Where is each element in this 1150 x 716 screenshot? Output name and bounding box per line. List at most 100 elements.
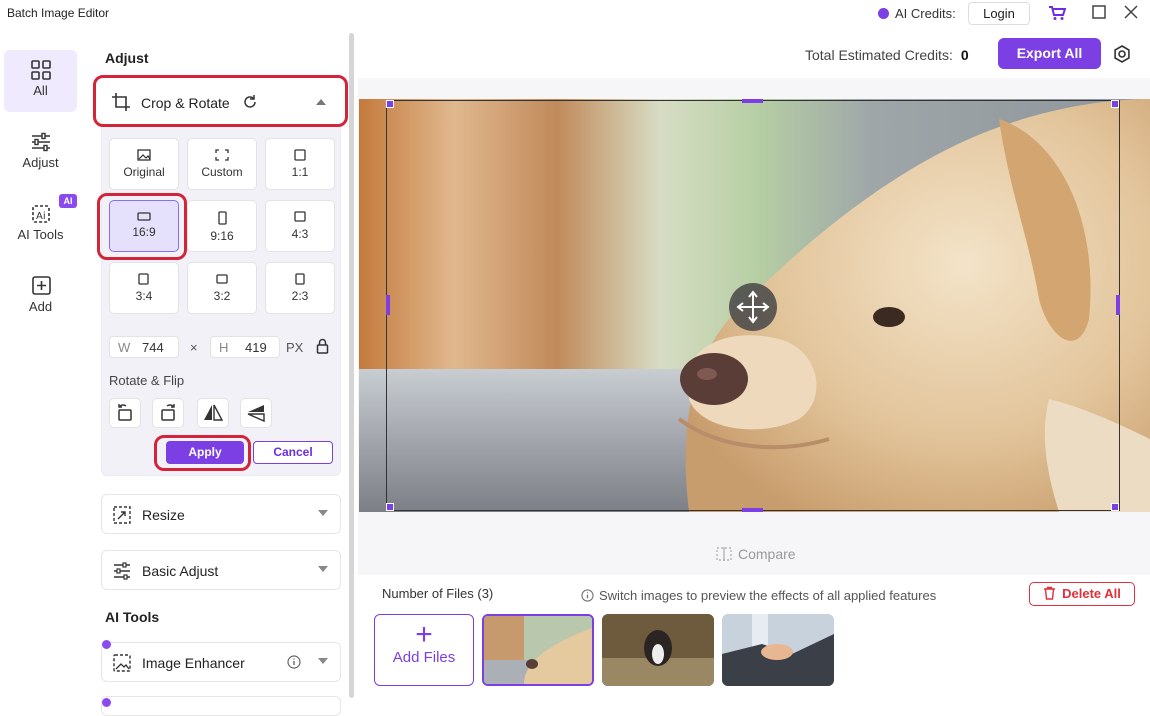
rail-label-add: Add <box>28 299 53 314</box>
gear-icon[interactable] <box>1112 44 1132 64</box>
flip-horizontal-button[interactable] <box>197 398 229 428</box>
file-count: Number of Files (3) <box>382 586 494 601</box>
rotate-flip-label: Rotate & Flip <box>109 373 185 388</box>
rail-item-all[interactable]: All <box>4 50 77 112</box>
ai-tools-icon: Ai <box>31 205 50 223</box>
ratio-custom[interactable]: Custom <box>187 138 257 190</box>
move-arrows-icon <box>736 290 770 324</box>
handshake-thumbnail <box>722 614 834 686</box>
rotate-right-icon <box>161 404 175 421</box>
resize-section[interactable]: Resize <box>101 494 341 534</box>
rotate-left-icon <box>118 404 132 421</box>
flip-vertical-button[interactable] <box>240 398 272 428</box>
unit-label: PX <box>286 340 304 355</box>
plus-icon: + <box>415 618 433 651</box>
login-button[interactable]: Login <box>968 2 1030 25</box>
square-icon <box>138 273 149 285</box>
thumbnail-1[interactable] <box>482 614 594 686</box>
maximize-icon[interactable] <box>1090 5 1108 23</box>
rail-item-adjust[interactable]: Adjust <box>4 122 77 184</box>
move-handle[interactable] <box>729 283 777 331</box>
flip-vertical-icon <box>247 405 265 423</box>
image-enhancer-label: Image Enhancer <box>142 655 245 671</box>
cart-icon[interactable] <box>1048 5 1067 23</box>
grid-icon <box>30 60 51 80</box>
square-icon <box>295 273 305 285</box>
add-files-label: Add Files <box>392 649 456 666</box>
close-icon[interactable] <box>1122 5 1140 23</box>
height-value: 419 <box>245 340 267 355</box>
next-ai-section[interactable] <box>101 696 341 716</box>
highlight-ring-ratio <box>97 193 187 260</box>
cancel-button[interactable]: Cancel <box>253 441 333 464</box>
square-icon <box>294 149 306 161</box>
app-title: Batch Image Editor <box>7 6 110 20</box>
ai-feature-dot <box>102 640 111 649</box>
width-field[interactable]: W 744 <box>109 336 179 358</box>
credits-icon <box>878 8 889 19</box>
custom-frame-icon <box>215 149 229 161</box>
chevron-down-icon <box>318 658 328 664</box>
flip-horizontal-icon <box>204 404 224 421</box>
compare-label: Compare <box>738 546 796 562</box>
crop-handle-left[interactable] <box>386 295 390 315</box>
sliders-icon <box>114 562 130 580</box>
crop-handle[interactable] <box>1111 100 1119 108</box>
ratio-label: 3:2 <box>213 289 231 303</box>
ratio-3-4[interactable]: 3:4 <box>109 262 179 314</box>
sliders-icon <box>31 132 50 152</box>
ratio-label: 2:3 <box>291 289 309 303</box>
add-files-button[interactable]: + Add Files <box>374 614 474 686</box>
rotate-right-button[interactable] <box>152 398 184 428</box>
rail-item-add[interactable]: Add <box>4 266 77 328</box>
svg-text:Ai: Ai <box>36 211 46 222</box>
thumbnail-3[interactable] <box>722 614 834 686</box>
ratio-3-2[interactable]: 3:2 <box>187 262 257 314</box>
basic-adjust-section[interactable]: Basic Adjust <box>101 550 341 590</box>
running-dog-thumbnail <box>602 614 714 686</box>
chevron-down-icon <box>318 510 328 516</box>
ratio-2-3[interactable]: 2:3 <box>265 262 335 314</box>
image-enhancer-section[interactable]: Image Enhancer <box>101 642 341 682</box>
info-icon[interactable] <box>287 655 301 669</box>
crop-handle-right[interactable] <box>1116 295 1120 315</box>
ratio-label: 9:16 <box>210 229 234 243</box>
chevron-down-icon <box>318 566 328 572</box>
square-icon <box>294 211 306 222</box>
ratio-1-1[interactable]: 1:1 <box>265 138 335 190</box>
crop-handle[interactable] <box>1111 503 1119 511</box>
basic-adjust-label: Basic Adjust <box>142 563 219 579</box>
add-square-icon <box>31 276 51 295</box>
compare-icon <box>716 547 732 561</box>
panel-scrollbar[interactable] <box>349 33 354 698</box>
crop-handle-top[interactable] <box>742 99 763 103</box>
rail-label-all: All <box>33 83 48 98</box>
compare-toggle[interactable]: Compare <box>716 546 796 562</box>
ratio-label: Custom <box>201 165 243 179</box>
crop-handle[interactable] <box>386 503 394 511</box>
lock-icon[interactable] <box>316 338 329 354</box>
width-key: W <box>118 340 131 355</box>
estimated-label: Total Estimated Credits: <box>805 47 953 63</box>
export-all-button[interactable]: Export All <box>998 38 1101 69</box>
resize-icon <box>113 506 131 524</box>
image-enhancer-icon <box>113 654 131 672</box>
height-field[interactable]: H 419 <box>210 336 280 358</box>
ratio-4-3[interactable]: 4:3 <box>265 200 335 252</box>
crop-handle-bottom[interactable] <box>742 508 763 512</box>
thumbnail-2[interactable] <box>602 614 714 686</box>
rotate-left-button[interactable] <box>109 398 141 428</box>
highlight-ring-apply <box>154 435 251 471</box>
delete-all-button[interactable]: Delete All <box>1029 582 1135 606</box>
ratio-9-16[interactable]: 9:16 <box>187 200 257 252</box>
width-value: 744 <box>142 340 164 355</box>
crop-handle[interactable] <box>386 100 394 108</box>
height-key: H <box>219 340 229 355</box>
highlight-ring-crop <box>93 75 348 127</box>
image-icon <box>137 149 151 161</box>
ratio-label: 3:4 <box>135 289 153 303</box>
trash-icon <box>1044 586 1056 600</box>
ai-badge: AI <box>59 194 77 208</box>
panel-heading: Adjust <box>105 50 149 66</box>
ratio-original[interactable]: Original <box>109 138 179 190</box>
